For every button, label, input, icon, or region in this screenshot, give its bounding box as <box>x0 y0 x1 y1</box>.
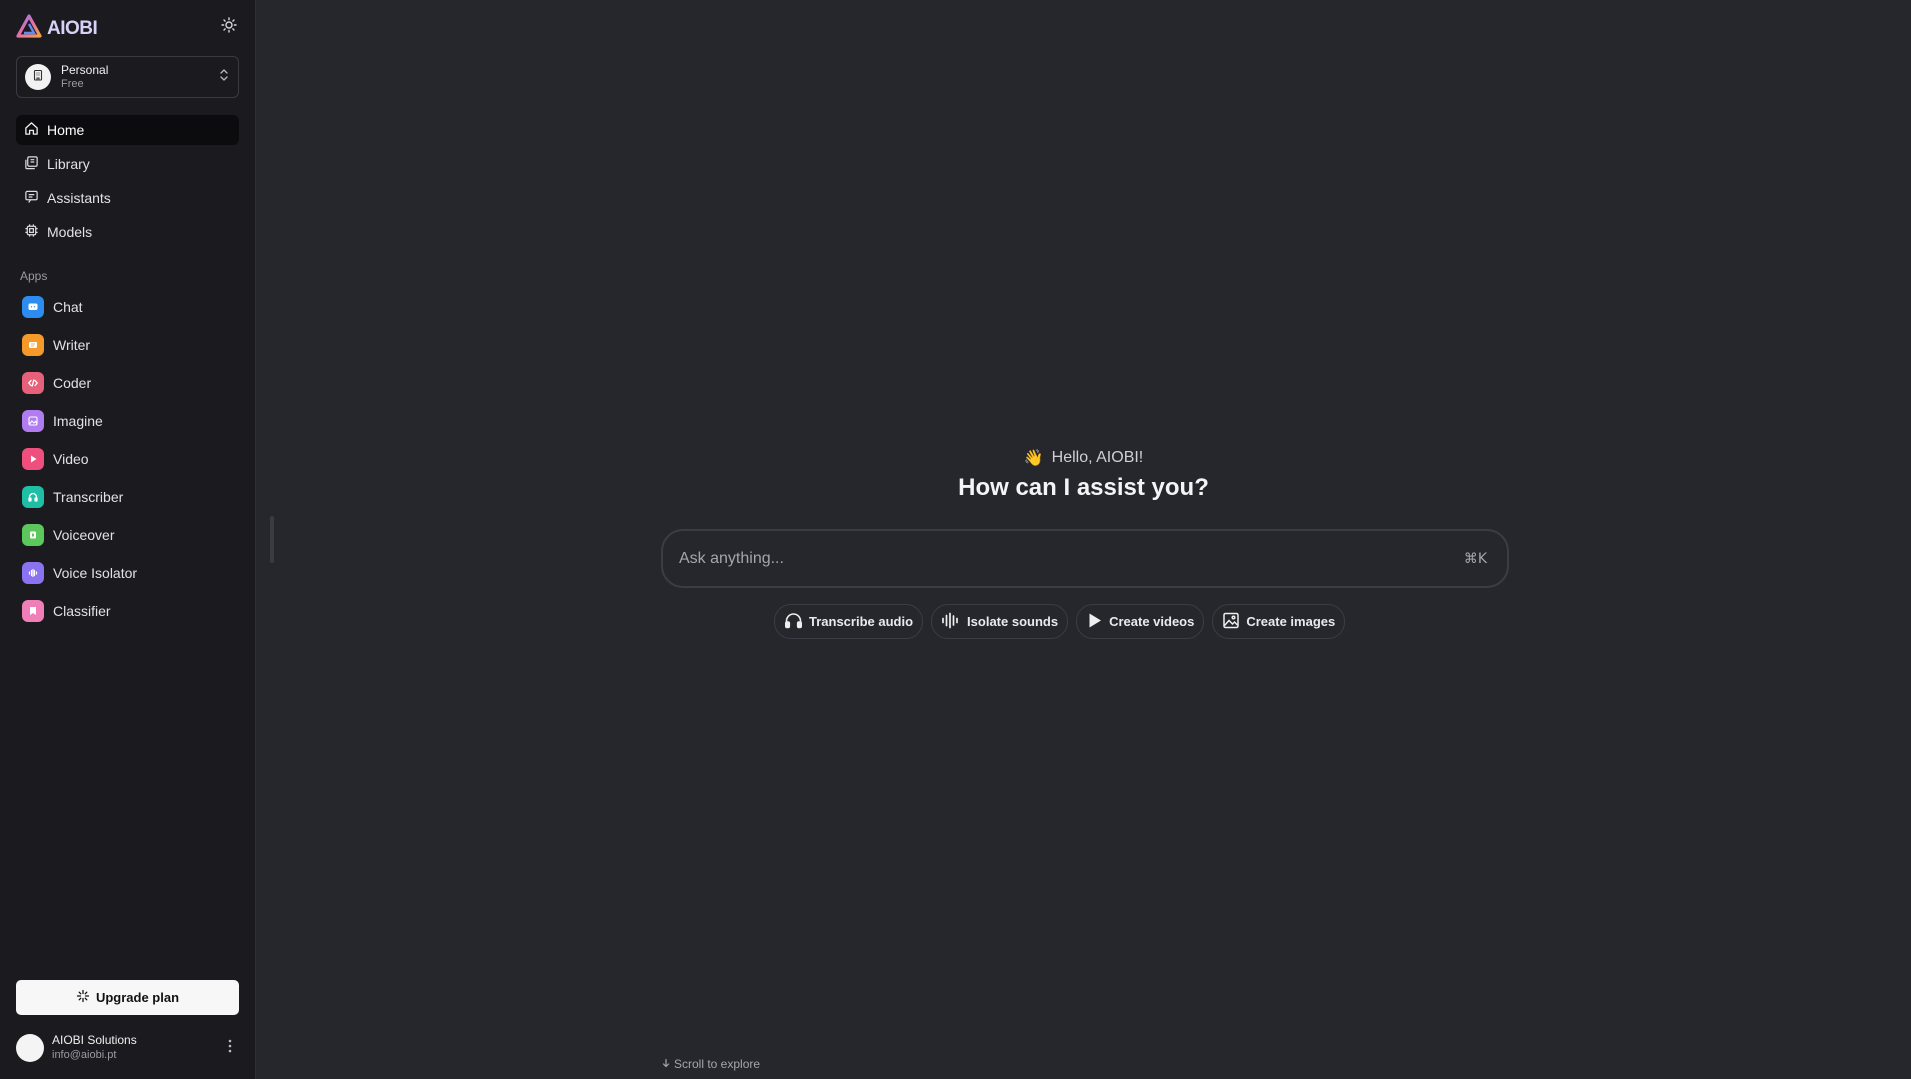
user-menu-button[interactable] <box>221 1036 239 1060</box>
workspace-switcher[interactable]: Personal Free <box>16 56 239 98</box>
app-item-transcriber[interactable]: Transcriber <box>16 480 239 514</box>
chevrons-up-down-icon <box>218 68 230 87</box>
nav-label: Library <box>47 156 90 172</box>
page-title: How can I assist you? <box>958 474 1209 501</box>
app-label: Imagine <box>53 413 103 429</box>
avatar <box>16 1034 44 1062</box>
waving-hand-icon: 👋 <box>1023 450 1044 467</box>
sidebar: AIOBI Personal Free Home Library Assista… <box>0 0 256 1079</box>
writer-app-icon <box>22 334 44 356</box>
coder-app-icon <box>22 372 44 394</box>
ask-input[interactable] <box>679 549 1464 568</box>
nav-label: Home <box>47 122 85 138</box>
brand-name: AIOBI <box>47 17 98 39</box>
chip-label: Isolate sounds <box>967 614 1059 629</box>
greeting-text: Hello, AIOBI! <box>1051 449 1144 466</box>
workspace-name: Personal <box>61 63 109 77</box>
scroll-hint-label: Scroll to explore <box>674 1057 761 1071</box>
app-label: Transcriber <box>53 489 124 505</box>
user-email: info@aiobi.pt <box>52 1049 117 1061</box>
headphones-icon <box>784 612 803 632</box>
transcribe-audio-chip[interactable]: Transcribe audio <box>774 604 924 639</box>
assistants-icon <box>24 189 39 207</box>
user-profile[interactable]: AIOBI Solutions info@aiobi.pt <box>16 1032 239 1064</box>
building-icon <box>32 68 44 86</box>
sparkle-icon <box>76 989 90 1006</box>
play-icon <box>1086 612 1103 632</box>
app-item-coder[interactable]: Coder <box>16 366 239 400</box>
app-item-classifier[interactable]: Classifier <box>16 594 239 628</box>
hero: 👋 Hello, AIOBI! How can I assist you? <box>256 448 1911 502</box>
nav-item-home[interactable]: Home <box>16 115 239 145</box>
upgrade-plan-button[interactable]: Upgrade plan <box>16 980 239 1015</box>
transcriber-app-icon <box>22 486 44 508</box>
waveform-icon <box>941 612 961 632</box>
nav-item-library[interactable]: Library <box>16 149 239 179</box>
apps-list: Chat Writer Coder Imagine Video Transcri… <box>16 290 239 632</box>
aiobi-logo-icon <box>16 14 42 43</box>
isolate-sounds-chip[interactable]: Isolate sounds <box>931 604 1069 639</box>
app-label: Chat <box>53 299 83 315</box>
classifier-app-icon <box>22 600 44 622</box>
sidebar-resize-handle[interactable] <box>270 516 274 563</box>
create-videos-chip[interactable]: Create videos <box>1076 604 1205 639</box>
app-label: Coder <box>53 375 92 391</box>
brand[interactable]: AIOBI <box>16 14 98 43</box>
more-vertical-icon <box>228 1039 232 1058</box>
ask-box: ⌘K <box>661 529 1509 588</box>
upgrade-label: Upgrade plan <box>95 990 180 1005</box>
app-item-imagine[interactable]: Imagine <box>16 404 239 438</box>
app-label: Video <box>53 451 89 467</box>
create-images-chip[interactable]: Create images <box>1212 604 1346 639</box>
app-item-video[interactable]: Video <box>16 442 239 476</box>
main-nav: Home Library Assistants Models <box>16 115 239 251</box>
chip-label: Transcribe audio <box>809 614 914 629</box>
apps-section-label: Apps <box>20 269 48 283</box>
keyboard-shortcut-hint: ⌘K <box>1463 550 1487 567</box>
nav-label: Assistants <box>47 190 111 206</box>
workspace-plan: Free <box>61 78 84 90</box>
main-content: 👋 Hello, AIOBI! How can I assist you? ⌘K… <box>256 0 1911 1079</box>
app-item-voice-isolator[interactable]: Voice Isolator <box>16 556 239 590</box>
sun-icon <box>221 16 237 38</box>
nav-item-assistants[interactable]: Assistants <box>16 183 239 213</box>
workspace-avatar <box>25 64 51 90</box>
quick-actions: Transcribe audio Isolate sounds Create v… <box>774 604 1346 639</box>
nav-item-models[interactable]: Models <box>16 217 239 247</box>
scroll-hint[interactable]: Scroll to explore <box>661 1057 760 1071</box>
nav-label: Models <box>47 224 93 240</box>
voice-isolator-app-icon <box>22 562 44 584</box>
chip-label: Create images <box>1246 614 1336 629</box>
app-label: Voiceover <box>53 527 115 543</box>
app-root: AIOBI Personal Free Home Library Assista… <box>0 0 1911 1079</box>
video-app-icon <box>22 448 44 470</box>
theme-toggle-button[interactable] <box>218 16 240 38</box>
chip-label: Create videos <box>1109 614 1195 629</box>
app-label: Classifier <box>53 603 111 619</box>
home-icon <box>24 121 39 139</box>
voiceover-app-icon <box>22 524 44 546</box>
app-item-writer[interactable]: Writer <box>16 328 239 362</box>
app-item-chat[interactable]: Chat <box>16 290 239 324</box>
models-icon <box>24 223 39 241</box>
arrow-down-icon <box>661 1057 671 1071</box>
library-icon <box>24 155 39 173</box>
chat-app-icon <box>22 296 44 318</box>
image-icon <box>1222 612 1240 632</box>
app-label: Writer <box>53 337 91 353</box>
user-name: AIOBI Solutions <box>52 1033 137 1047</box>
imagine-app-icon <box>22 410 44 432</box>
app-label: Voice Isolator <box>53 565 138 581</box>
app-item-voiceover[interactable]: Voiceover <box>16 518 239 552</box>
